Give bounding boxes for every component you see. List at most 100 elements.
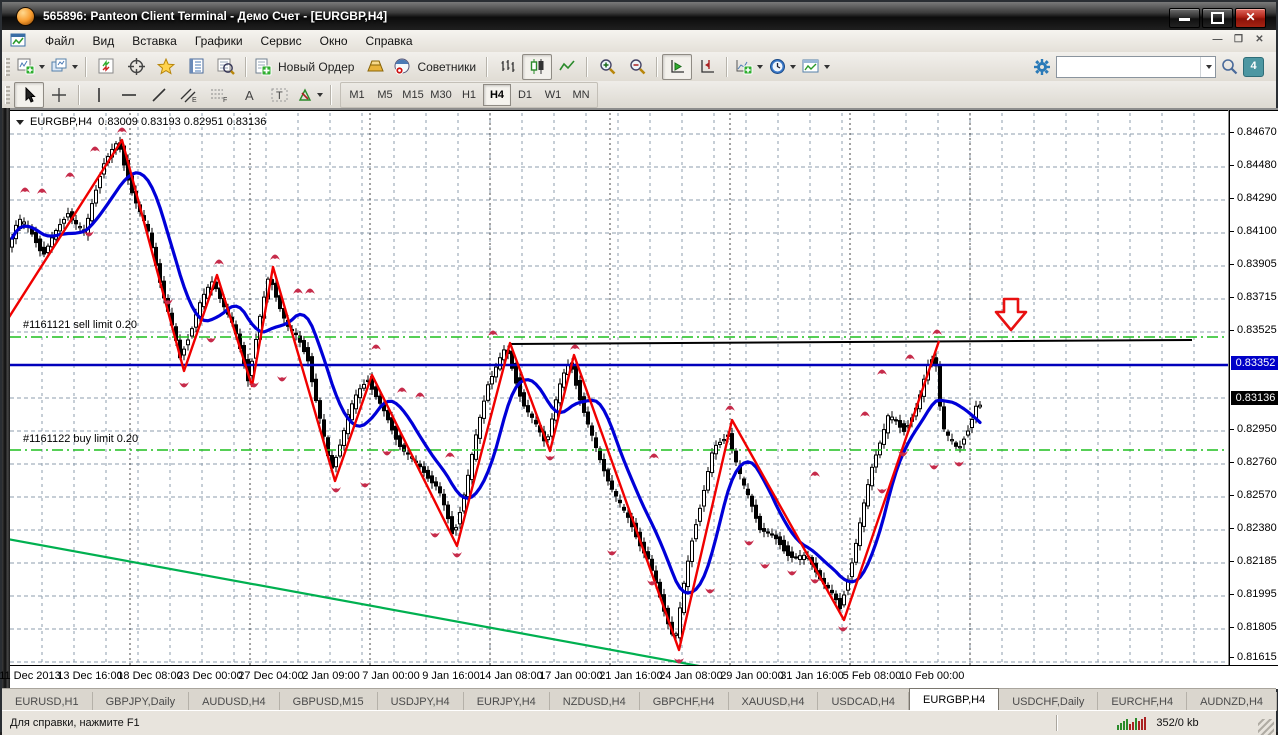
- timeframe-button[interactable]: H1: [455, 84, 483, 106]
- sell-limit-order-label[interactable]: #1161121 sell limit 0.20: [23, 319, 137, 331]
- notification-badge[interactable]: 4: [1243, 57, 1264, 77]
- svg-text:A: A: [245, 88, 254, 103]
- chart-tab[interactable]: USDCHF,Daily: [999, 692, 1098, 711]
- line-chart-button[interactable]: [552, 54, 582, 80]
- menu-item[interactable]: Графики: [186, 32, 252, 50]
- horizontal-line-button[interactable]: [114, 82, 144, 108]
- menu-item[interactable]: Сервис: [252, 32, 311, 50]
- time-axis-label: 17 Jan 00:00: [539, 670, 603, 682]
- zoom-out-button[interactable]: [622, 54, 652, 80]
- search-box: [1056, 56, 1216, 78]
- maximize-button[interactable]: [1202, 8, 1233, 28]
- bar-chart-button[interactable]: [492, 54, 522, 80]
- menu-item[interactable]: Справка: [357, 32, 422, 50]
- fibonacci-button[interactable]: F: [204, 82, 234, 108]
- chart-tab[interactable]: USDJPY,H4: [378, 692, 464, 711]
- timeframe-button[interactable]: M15: [399, 84, 427, 106]
- equidistant-channel-button[interactable]: E: [174, 82, 204, 108]
- time-axis[interactable]: 11 Dec 201313 Dec 16:0018 Dec 08:0023 De…: [10, 665, 1278, 689]
- candlestick-chart-button[interactable]: [522, 54, 552, 80]
- status-bar: Для справки, нажмите F1 352/0 kb: [2, 710, 1276, 735]
- zoom-in-button[interactable]: [592, 54, 622, 80]
- menu-item[interactable]: Вид: [84, 32, 124, 50]
- chart-plot-area[interactable]: EURGBP,H4 0.83009 0.83193 0.82951 0.8313…: [10, 110, 1228, 666]
- trendline-button[interactable]: [144, 82, 174, 108]
- close-button[interactable]: ✕: [1235, 8, 1266, 28]
- crosshair-button[interactable]: [44, 82, 74, 108]
- dropdown-arrow-icon: [824, 65, 830, 69]
- timeframe-button[interactable]: H4: [483, 84, 511, 106]
- toolbar-grip[interactable]: [5, 58, 10, 76]
- menu-item[interactable]: Окно: [311, 32, 357, 50]
- chart-tab[interactable]: NZDUSD,H4: [550, 692, 640, 711]
- gear-icon[interactable]: [1033, 58, 1051, 76]
- buy-limit-order-label[interactable]: #1161122 buy limit 0.20: [23, 433, 138, 445]
- menu-item[interactable]: Файл: [36, 32, 84, 50]
- new-chart-button[interactable]: [14, 54, 48, 80]
- chart-tab[interactable]: EURCHF,H4: [1098, 692, 1187, 711]
- favorites-button[interactable]: [151, 54, 181, 80]
- search-icon[interactable]: [1221, 58, 1238, 75]
- chart-tab[interactable]: GBPCHF,H4: [640, 692, 729, 711]
- chart-shift-button[interactable]: [692, 54, 722, 80]
- profiles-icon: [51, 58, 68, 75]
- price-axis[interactable]: 0.846700.844800.842900.841000.839050.837…: [1229, 110, 1278, 666]
- crosshair-target-button[interactable]: [121, 54, 151, 80]
- chart-tab[interactable]: GBPUSD,M15: [280, 692, 378, 711]
- indicators-button[interactable]: [732, 54, 766, 80]
- data-window-button[interactable]: [211, 54, 241, 80]
- resize-grip[interactable]: [1258, 719, 1274, 735]
- templates-button[interactable]: [799, 54, 833, 80]
- new-order-button[interactable]: Новый Ордер: [251, 54, 360, 80]
- chart-tab[interactable]: USDCAD,H4: [818, 692, 909, 711]
- timeframe-button[interactable]: D1: [511, 84, 539, 106]
- chart-tab[interactable]: EURGBP,H4: [909, 688, 999, 711]
- chart-tab[interactable]: AUDNZD,H4: [1187, 692, 1277, 711]
- periods-button[interactable]: [766, 54, 799, 80]
- chart-tab[interactable]: XAUUSD,H4: [729, 692, 819, 711]
- price-axis-label: 0.82760: [1237, 456, 1277, 468]
- price-axis-label: 0.83715: [1237, 291, 1277, 303]
- chart-tab[interactable]: GBPJPY,Daily: [93, 692, 190, 711]
- arrows-button[interactable]: [294, 82, 326, 108]
- search-input[interactable]: [1057, 59, 1200, 75]
- timeframe-button[interactable]: M1: [343, 84, 371, 106]
- search-dropdown-button[interactable]: [1200, 57, 1215, 77]
- timeframe-button[interactable]: W1: [539, 84, 567, 106]
- mdi-close-icon[interactable]: ✕: [1251, 33, 1268, 48]
- terminal-button[interactable]: [360, 54, 390, 80]
- market-watch-button[interactable]: [181, 54, 211, 80]
- chart-shift-icon: [699, 58, 716, 75]
- text-label-button[interactable]: T: [264, 82, 294, 108]
- profiles-button[interactable]: [48, 54, 81, 80]
- chart-window: EURGBP,H4 0.83009 0.83193 0.82951 0.8313…: [2, 108, 1278, 688]
- text-button[interactable]: A: [234, 82, 264, 108]
- mdi-minimize-icon[interactable]: —: [1209, 33, 1226, 48]
- price-tick: [1230, 462, 1234, 463]
- price-axis-label: 0.82570: [1237, 489, 1277, 501]
- minimize-button[interactable]: [1169, 8, 1200, 28]
- favorites-star-icon: [157, 58, 175, 75]
- new-order-label: Новый Ордер: [275, 60, 357, 74]
- menu-item[interactable]: Вставка: [123, 32, 186, 50]
- chart-ohlc-header: EURGBP,H4 0.83009 0.83193 0.82951 0.8313…: [16, 116, 266, 128]
- chart-tab[interactable]: EURUSD,H1: [2, 692, 93, 711]
- vertical-line-button[interactable]: [84, 82, 114, 108]
- crosshair-icon: [51, 87, 67, 103]
- mdi-restore-icon[interactable]: ❐: [1230, 33, 1247, 48]
- auto-scroll-button[interactable]: [662, 54, 692, 80]
- chart-canvas[interactable]: [10, 111, 1228, 666]
- advisors-button[interactable]: Советники: [390, 54, 482, 80]
- timeframe-button[interactable]: M5: [371, 84, 399, 106]
- cursor-button[interactable]: [14, 82, 44, 108]
- time-axis-label: 21 Jan 16:00: [599, 670, 663, 682]
- toolbar-grip[interactable]: [5, 86, 10, 104]
- timeframe-button[interactable]: MN: [567, 84, 595, 106]
- timeframe-button[interactable]: M30: [427, 84, 455, 106]
- symbol-collapse-icon[interactable]: [16, 120, 24, 125]
- chart-tab[interactable]: AUDUSD,H4: [189, 692, 280, 711]
- dropdown-arrow-icon: [790, 65, 796, 69]
- chart-tab[interactable]: EURJPY,H4: [464, 692, 550, 711]
- crosshair-target-icon: [128, 58, 145, 75]
- tick-chart-button[interactable]: [91, 54, 121, 80]
